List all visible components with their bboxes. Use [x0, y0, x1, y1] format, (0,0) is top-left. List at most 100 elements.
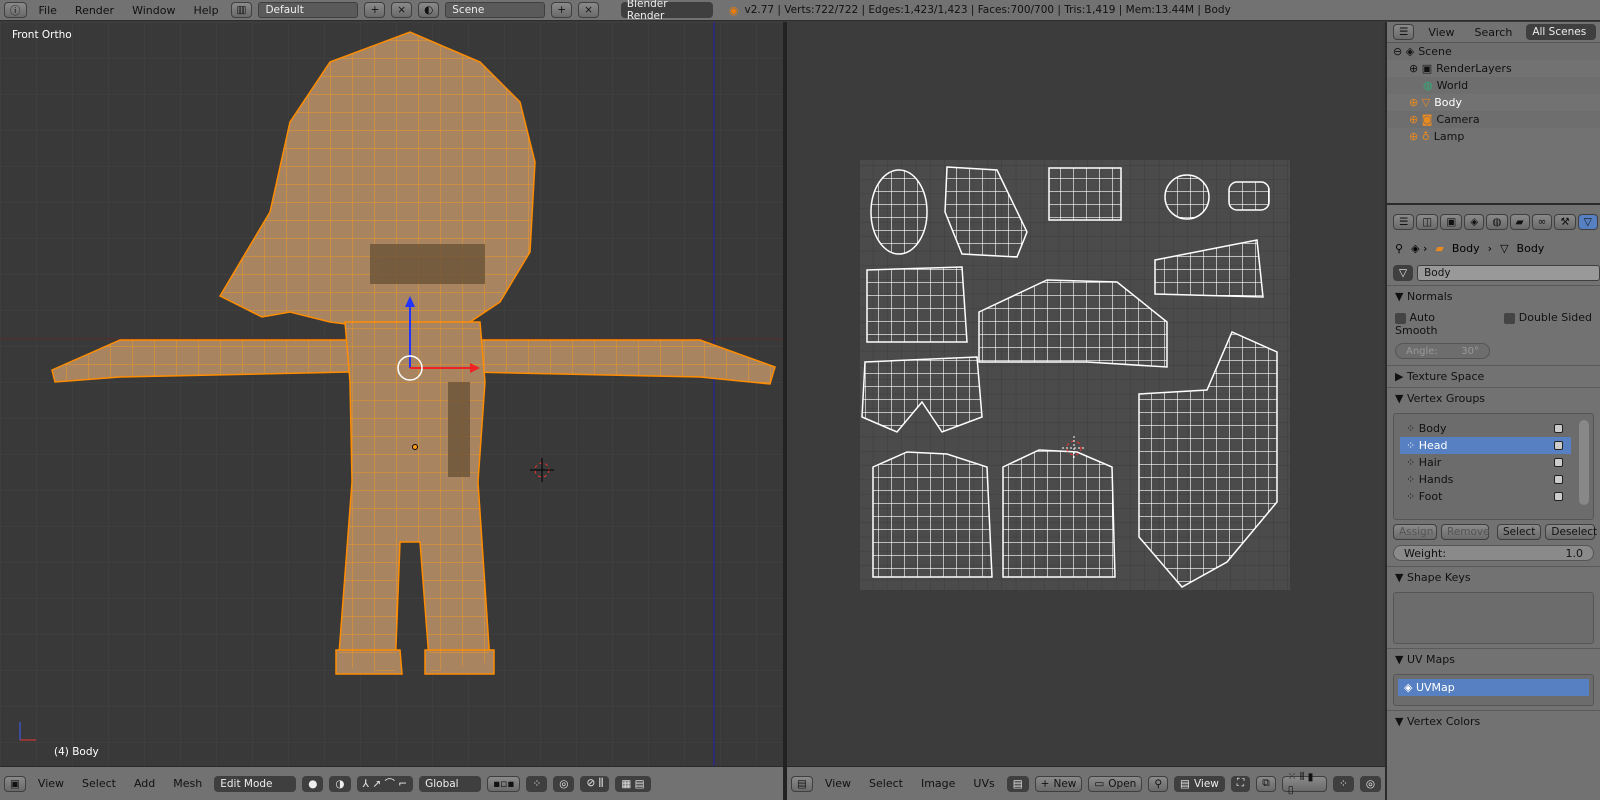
menu-file[interactable]: File — [33, 4, 63, 17]
lock-icon[interactable] — [1554, 492, 1563, 501]
pin-icon[interactable]: ⚲ — [1395, 242, 1403, 255]
lock-icon[interactable] — [1554, 441, 1563, 450]
scene-field[interactable]: Scene — [445, 2, 546, 18]
view-mode-dropdown[interactable]: ▤ View — [1174, 775, 1225, 792]
mesh-name-field[interactable]: Body — [1417, 265, 1600, 281]
menu-view[interactable]: View — [819, 777, 857, 790]
vertex-group-item-selected[interactable]: ⁘ Head — [1400, 437, 1571, 454]
add-scene-button[interactable]: + — [551, 2, 573, 18]
deselect-button[interactable]: Deselect — [1545, 524, 1597, 540]
image-browse-button[interactable]: ▤ — [1006, 775, 1029, 792]
screen-layout-field[interactable]: Default — [258, 2, 359, 18]
remove-layout-button[interactable]: × — [391, 2, 413, 18]
render-engine-dropdown[interactable]: Blender Render — [620, 0, 713, 22]
outliner-filter-dropdown[interactable]: All Scenes — [1526, 24, 1597, 40]
scene-icon[interactable]: ◐ — [418, 2, 440, 18]
pivot-dropdown[interactable]: ⛶ — [1230, 775, 1251, 792]
menu-window[interactable]: Window — [126, 4, 181, 17]
vertex-group-item[interactable]: ⁘ Foot — [1400, 488, 1571, 505]
outliner-label: World — [1436, 79, 1469, 92]
tab-modifiers-icon[interactable]: ⚒ — [1554, 214, 1576, 230]
uv-maps-list[interactable]: ◈ UVMap — [1393, 674, 1594, 706]
menu-select[interactable]: Select — [76, 777, 122, 790]
snap-toggle[interactable]: ⊘ ⫼ — [580, 775, 610, 792]
tab-data-icon[interactable]: ▽ — [1577, 214, 1598, 230]
tab-constraints-icon[interactable]: ∞ — [1531, 214, 1553, 230]
uv-select-mode-buttons[interactable]: ⁙ ⫴ ▮ ▯ — [1281, 771, 1328, 796]
lock-icon[interactable] — [1554, 458, 1563, 467]
tab-layers-icon[interactable]: ▣ — [1440, 214, 1463, 230]
pivot-dropdown[interactable]: ◑ — [329, 775, 351, 792]
vertex-group-list[interactable]: ⁘ Body ⁘ Head ⁘ Hair ⁘ Hands ⁘ Foot — [1393, 413, 1594, 520]
render-buttons[interactable]: ▦ ▤ — [615, 775, 651, 792]
mesh-browse-button[interactable]: ▽ — [1393, 265, 1414, 281]
proportional-edit-dropdown[interactable]: ◎ — [553, 775, 575, 792]
vertex-groups-panel-header[interactable]: ▼ Vertex Groups — [1387, 387, 1600, 409]
manipulator-toggles[interactable]: ⅄ ↗ ⌒ ⌐ — [356, 775, 414, 792]
remove-button[interactable]: Remove — [1441, 524, 1490, 540]
tab-object-icon[interactable]: ▰ — [1509, 214, 1530, 230]
open-image-button[interactable]: ▭ Open — [1088, 775, 1143, 792]
sync-selection-button[interactable]: ⧉ — [1256, 775, 1276, 792]
menu-view[interactable]: View — [32, 777, 70, 790]
texture-space-panel-header[interactable]: ▶ Texture Space — [1387, 365, 1600, 387]
select-mode-buttons[interactable]: ▪▫▪ — [487, 775, 521, 792]
menu-image[interactable]: Image — [915, 777, 961, 790]
vertex-group-name: Body — [1418, 422, 1447, 435]
weight-slider[interactable]: Weight: 1.0 — [1393, 545, 1594, 561]
uv-image-editor[interactable] — [787, 22, 1383, 766]
shading-dropdown[interactable]: ● — [302, 775, 324, 792]
pin-icon[interactable]: ⚲ — [1148, 775, 1169, 792]
outliner-search-menu[interactable]: Search — [1469, 26, 1519, 39]
orientation-dropdown[interactable]: Global — [419, 775, 482, 792]
vertex-colors-panel-header[interactable]: ▼ Vertex Colors — [1387, 710, 1600, 732]
menu-select[interactable]: Select — [863, 777, 909, 790]
menu-add[interactable]: Add — [128, 777, 161, 790]
vertex-group-item[interactable]: ⁘ Hands — [1400, 471, 1571, 488]
editor-type-button[interactable]: ▣ — [4, 775, 26, 792]
shape-keys-panel-header[interactable]: ▼ Shape Keys — [1387, 566, 1600, 588]
lock-icon[interactable] — [1554, 424, 1563, 433]
screen-layout-icon[interactable]: ▥ — [230, 2, 253, 18]
properties-editor-type-button[interactable]: ☰ — [1393, 214, 1415, 230]
outliner-item-body[interactable]: ⊕ ▽ Body — [1387, 94, 1600, 111]
double-sided-checkbox[interactable]: Double Sided — [1504, 311, 1592, 337]
vertex-group-item[interactable]: ⁘ Hair — [1400, 454, 1571, 471]
outliner-editor-type-button[interactable]: ☰ — [1393, 24, 1415, 40]
editor-type-button[interactable]: ▤ — [791, 775, 813, 792]
add-layout-button[interactable]: + — [364, 2, 386, 18]
3d-viewport[interactable]: Front Ortho (4) Body — [0, 22, 783, 766]
new-image-button[interactable]: + New — [1034, 775, 1083, 792]
outliner-item-camera[interactable]: ⊕ ◙ Camera — [1387, 111, 1600, 128]
uv-maps-panel-header[interactable]: ▼ UV Maps — [1387, 648, 1600, 670]
list-scrollbar[interactable] — [1579, 420, 1589, 505]
info-editor-type-button[interactable]: ⓘ — [4, 2, 27, 18]
select-button[interactable]: Select — [1497, 524, 1542, 540]
menu-uvs[interactable]: UVs — [967, 777, 1000, 790]
sticky-select-dropdown[interactable]: ⁘ — [1333, 775, 1354, 792]
outliner-item-lamp[interactable]: ⊕ ♁ Lamp — [1387, 128, 1600, 145]
vertex-group-item[interactable]: ⁘ Body — [1400, 420, 1571, 437]
auto-smooth-checkbox[interactable]: Auto Smooth — [1395, 311, 1474, 337]
lock-icon[interactable] — [1554, 475, 1563, 484]
tab-scene-icon[interactable]: ◈ — [1464, 214, 1485, 230]
angle-slider[interactable]: Angle: 30° — [1395, 343, 1490, 359]
outliner-item-scene[interactable]: ⊖ ◈ Scene — [1387, 43, 1600, 60]
menu-render[interactable]: Render — [69, 4, 120, 17]
outliner-item-world[interactable]: ◍ World — [1387, 77, 1600, 94]
assign-button[interactable]: Assign — [1393, 524, 1437, 540]
tab-world-icon[interactable]: ◍ — [1486, 214, 1508, 230]
shape-keys-list[interactable] — [1393, 592, 1594, 644]
mesh-object-icon: ⊕ ▽ — [1409, 96, 1431, 109]
outliner-item-renderlayers[interactable]: ⊕ ▣ RenderLayers — [1387, 60, 1600, 77]
uv-map-item[interactable]: ◈ UVMap — [1398, 679, 1589, 696]
occlude-geometry-button[interactable]: ⁘ — [526, 775, 548, 792]
proportional-edit-dropdown[interactable]: ◎ — [1359, 775, 1381, 792]
menu-mesh[interactable]: Mesh — [167, 777, 208, 790]
mode-dropdown[interactable]: Edit Mode — [214, 775, 297, 792]
outliner-view-menu[interactable]: View — [1422, 26, 1460, 39]
tab-render-icon[interactable]: ◫ — [1416, 214, 1439, 230]
normals-panel-header[interactable]: ▼ Normals — [1387, 285, 1600, 307]
remove-scene-button[interactable]: × — [578, 2, 599, 18]
menu-help[interactable]: Help — [187, 4, 224, 17]
